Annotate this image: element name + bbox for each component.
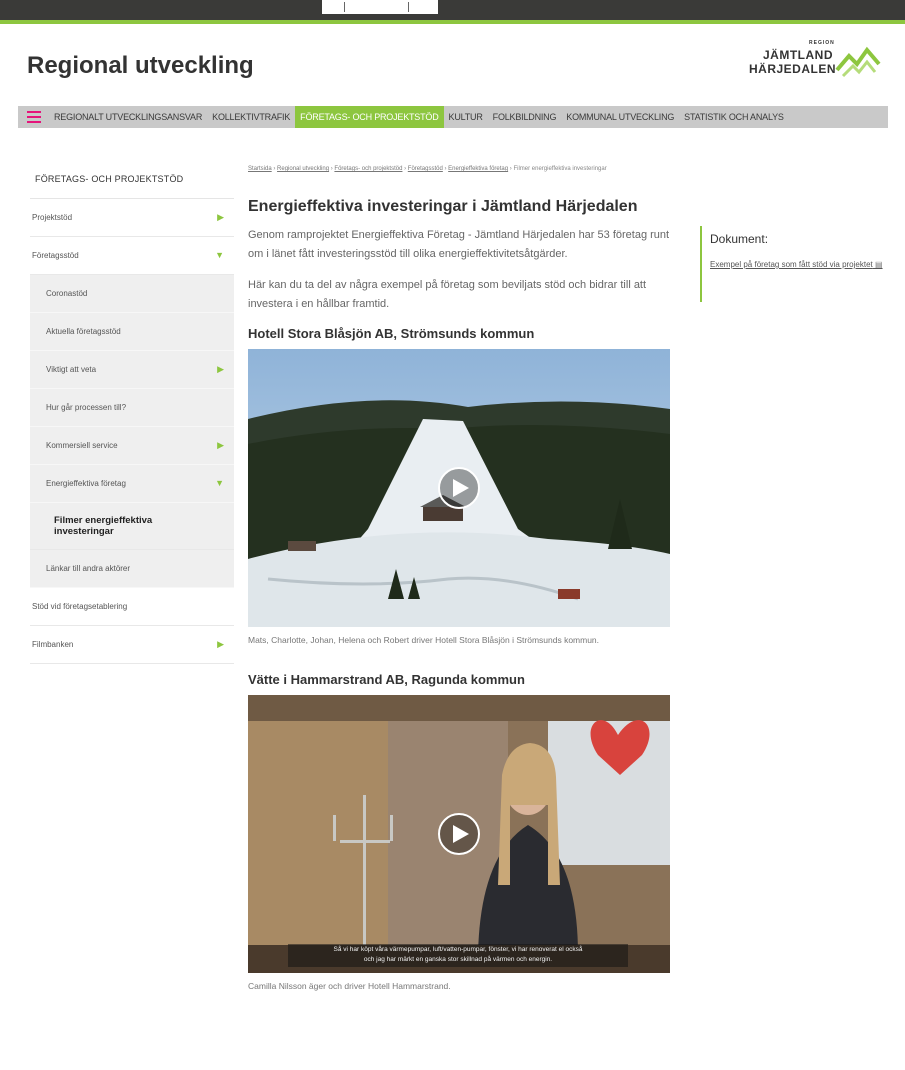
site-title[interactable]: Regional utveckling <box>27 52 254 80</box>
sidebar-item-coronastod[interactable]: Coronastöd <box>30 275 234 313</box>
sidebar-item-label: Coronastöd <box>46 289 88 298</box>
subtitle-line-1: Så vi har köpt våra värmepumpar, luft/va… <box>333 946 583 953</box>
nav-statistik-och-analys[interactable]: STATISTIK OCH ANALYS <box>679 106 789 128</box>
sidebar-item-viktigt-att-veta[interactable]: Viktigt att veta ▶ <box>30 351 234 389</box>
sidebar-item-label: Länkar till andra aktörer <box>46 564 131 573</box>
arrow-right-icon: ▶ <box>217 639 224 649</box>
breadcrumb-current: Filmer energieffektiva investeringar <box>513 166 607 172</box>
sidebar-item-label: Företagsstöd <box>32 251 79 260</box>
breadcrumb-link-foretags-och-projektstod[interactable]: Företags- och projektstöd <box>334 166 402 172</box>
breadcrumb-link-foretagsstod[interactable]: Företagsstöd <box>408 166 443 172</box>
arrow-down-icon: ▼ <box>215 478 224 488</box>
sidebar-item-projektstod[interactable]: Projektstöd ▶ <box>30 199 234 237</box>
top-tab <box>322 0 438 14</box>
intro-paragraph-2: Här kan du ta del av några exempel på fö… <box>248 279 647 310</box>
documents-panel: Dokument: Exempel på företag som fått st… <box>700 226 890 302</box>
video-heading-2: Vätte i Hammarstrand AB, Ragunda kommun <box>248 672 525 687</box>
video-subtitles: Så vi har köpt våra värmepumpar, luft/va… <box>288 944 628 967</box>
main-nav: REGIONALT UTVECKLINGSANSVAR KOLLEKTIVTRA… <box>18 106 888 128</box>
video-heading-1: Hotell Stora Blåsjön AB, Strömsunds komm… <box>248 326 535 341</box>
nav-regionalt-utvecklingsansvar[interactable]: REGIONALT UTVECKLINGSANSVAR <box>49 106 207 128</box>
main-content: Energieffektiva investeringar i Jämtland… <box>248 198 673 1018</box>
documents-heading: Dokument: <box>710 232 769 246</box>
sidebar-item-label: Hur går processen till? <box>46 403 127 412</box>
arrow-right-icon: ▶ <box>217 364 224 374</box>
top-bar <box>0 0 905 24</box>
nav-folkbildning[interactable]: FOLKBILDNING <box>488 106 562 128</box>
breadcrumb-link-regional-utveckling[interactable]: Regional utveckling <box>277 166 329 172</box>
sidebar-item-label: Stöd vid företagsetablering <box>32 602 128 611</box>
sidebar-heading: FÖRETAGS- OCH PROJEKTSTÖD <box>30 164 234 199</box>
breadcrumb: Startsida › Regional utveckling › Företa… <box>248 166 607 172</box>
sidebar-item-aktuella-foretagsstod[interactable]: Aktuella företagsstöd <box>30 313 234 351</box>
logo-line1: JÄMTLAND <box>763 48 833 62</box>
arrow-right-icon: ▶ <box>217 440 224 450</box>
sidebar-item-label: Projektstöd <box>32 213 73 222</box>
sidebar-item-label: Aktuella företagsstöd <box>46 327 121 336</box>
breadcrumb-link-energieffektiva-foretag[interactable]: Energieffektiva företag <box>448 166 508 172</box>
play-icon[interactable] <box>438 467 480 509</box>
document-link[interactable]: Exempel på företag som fått stöd via pro… <box>710 258 890 271</box>
nav-kollektivtrafik[interactable]: KOLLEKTIVTRAFIK <box>207 106 295 128</box>
accent-line <box>0 20 905 24</box>
intro-paragraph-1: Genom ramprojektet Energieffektiva Föret… <box>248 229 670 260</box>
logo-region-text: REGION <box>809 40 835 46</box>
sidebar-item-kommersiell-service[interactable]: Kommersiell service ▶ <box>30 427 234 465</box>
sidebar-item-filmbanken[interactable]: Filmbanken ▶ <box>30 626 234 664</box>
video-caption-2: Camilla Nilsson äger och driver Hotell H… <box>248 981 451 991</box>
video-caption-1: Mats, Charlotte, Johan, Helena och Rober… <box>248 635 600 645</box>
arrow-down-icon: ▼ <box>215 250 224 260</box>
mountain-logo-icon <box>835 46 881 78</box>
arrow-right-icon: ▶ <box>217 212 224 222</box>
nav-kommunal-utveckling[interactable]: KOMMUNAL UTVECKLING <box>561 106 679 128</box>
sidebar-item-lankar-till-andra-aktorer[interactable]: Länkar till andra aktörer <box>30 550 234 588</box>
sidebar-item-label: Energieffektiva företag <box>46 479 126 488</box>
sidebar-item-stod-vid-foretagsetablering[interactable]: Stöd vid företagsetablering <box>30 588 234 626</box>
video-player-2[interactable]: Så vi har köpt våra värmepumpar, luft/va… <box>248 695 670 973</box>
nav-foretags-och-projektstod[interactable]: FÖRETAGS- OCH PROJEKTSTÖD <box>295 106 444 128</box>
sidebar-item-hur-gar-processen[interactable]: Hur går processen till? <box>30 389 234 427</box>
page-title: Energieffektiva investeringar i Jämtland… <box>248 198 638 215</box>
sidebar-item-label: Viktigt att veta <box>46 365 97 374</box>
nav-kultur[interactable]: KULTUR <box>444 106 488 128</box>
document-link-label: Exempel på företag som fått stöd via pro… <box>710 260 873 269</box>
subtitle-line-2: och jag har märkt en ganska stor skillna… <box>363 956 553 963</box>
sidebar: FÖRETAGS- OCH PROJEKTSTÖD Projektstöd ▶ F… <box>30 164 234 664</box>
sidebar-item-filmer-energieffektiva-investeringar[interactable]: Filmer energieffektiva investeringar <box>30 503 234 550</box>
video-player-1[interactable] <box>248 349 670 627</box>
sidebar-item-label: Kommersiell service <box>46 441 118 450</box>
sidebar-item-label: Filmer energieffektiva investeringar <box>54 515 153 537</box>
sidebar-item-label: Filmbanken <box>32 640 74 649</box>
pdf-icon: ▤ <box>874 260 883 269</box>
sidebar-item-energieffektiva-foretag[interactable]: Energieffektiva företag ▼ <box>30 465 234 503</box>
logo-line2: HÄRJEDALEN <box>749 62 837 76</box>
play-icon[interactable] <box>438 813 480 855</box>
menu-icon[interactable] <box>27 111 41 123</box>
sidebar-item-foretagsstod[interactable]: Företagsstöd ▼ <box>30 237 234 275</box>
region-logo[interactable]: REGION JÄMTLAND HÄRJEDALEN <box>747 38 887 90</box>
breadcrumb-link-startsida[interactable]: Startsida <box>248 166 272 172</box>
